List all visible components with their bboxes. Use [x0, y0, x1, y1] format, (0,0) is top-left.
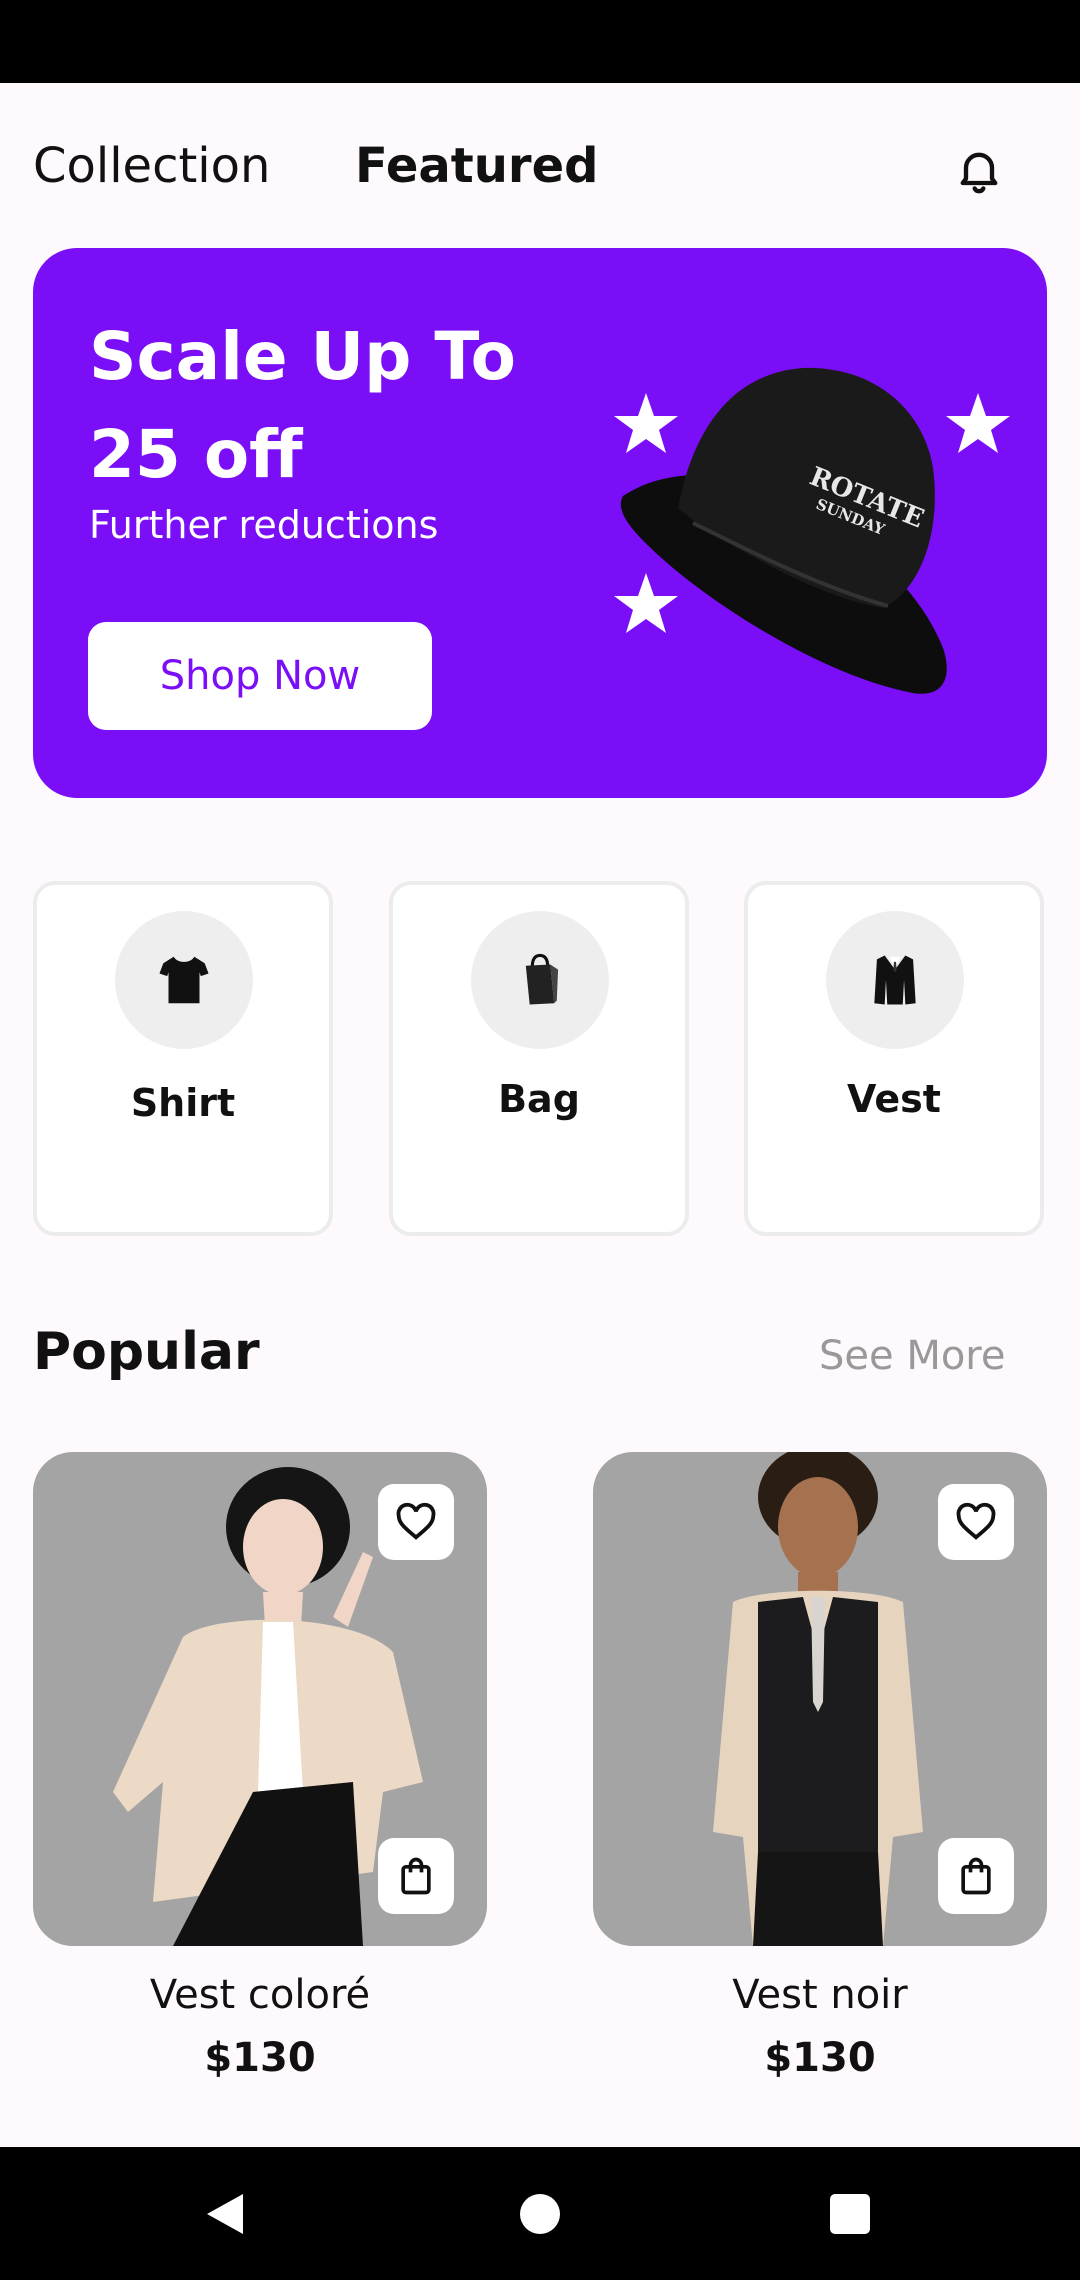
shopping-bag-icon: [961, 1857, 991, 1895]
banner-title: Scale Up To 25 off: [89, 308, 609, 504]
product-image[interactable]: [593, 1452, 1047, 1946]
heart-icon: [956, 1502, 996, 1540]
top-navigation: Collection Featured: [0, 83, 1080, 247]
tshirt-icon: [159, 956, 209, 1004]
tab-collection[interactable]: Collection: [33, 138, 270, 194]
category-label-vest: Vest: [847, 1077, 941, 1121]
banner-title-line1: Scale Up To: [89, 318, 516, 395]
system-navigation-bar: [0, 2147, 1080, 2280]
star-icon: [614, 393, 678, 453]
favorite-button[interactable]: [378, 1484, 454, 1560]
product-price: $130: [764, 2035, 876, 2081]
category-card-vest[interactable]: Vest: [744, 881, 1044, 1236]
section-title-popular: Popular: [33, 1322, 260, 1382]
product-price: $130: [204, 2035, 316, 2081]
category-icon-circle: [826, 911, 964, 1049]
suit-icon: [874, 955, 916, 1005]
heart-icon: [396, 1502, 436, 1540]
shopping-bag-icon: [525, 953, 559, 1005]
product-image[interactable]: [33, 1452, 487, 1946]
category-icon-circle: [115, 911, 253, 1049]
star-icon: [614, 573, 678, 633]
promo-banner: Scale Up To 25 off Further reductions Sh…: [33, 248, 1047, 798]
see-more-link[interactable]: See More: [819, 1333, 1005, 1379]
bucket-hat-image: ROTATE SUNDAY: [614, 367, 1010, 694]
back-button[interactable]: [175, 2147, 275, 2280]
category-card-bag[interactable]: Bag: [389, 881, 689, 1236]
notification-button[interactable]: [942, 133, 1016, 207]
home-icon: [520, 2193, 560, 2234]
back-icon: [207, 2193, 243, 2234]
banner-title-line2: 25 off: [89, 416, 303, 493]
add-to-cart-button[interactable]: [378, 1838, 454, 1914]
recents-button[interactable]: [800, 2147, 900, 2280]
add-to-cart-button[interactable]: [938, 1838, 1014, 1914]
shop-now-button[interactable]: Shop Now: [88, 622, 432, 730]
product-name: Vest noir: [732, 1972, 908, 2018]
category-label-bag: Bag: [498, 1077, 580, 1121]
bell-icon: [960, 152, 998, 194]
status-bar: [0, 0, 1080, 83]
home-button[interactable]: [490, 2147, 590, 2280]
product-name: Vest coloré: [149, 1972, 371, 2018]
favorite-button[interactable]: [938, 1484, 1014, 1560]
star-icon: [946, 393, 1010, 453]
tab-featured[interactable]: Featured: [355, 138, 599, 194]
category-label-shirt: Shirt: [130, 1081, 236, 1125]
shopping-bag-icon: [401, 1857, 431, 1895]
category-card-shirt[interactable]: Shirt: [33, 881, 333, 1236]
recents-icon: [830, 2193, 870, 2234]
banner-subtitle: Further reductions: [89, 503, 439, 547]
category-icon-circle: [471, 911, 609, 1049]
